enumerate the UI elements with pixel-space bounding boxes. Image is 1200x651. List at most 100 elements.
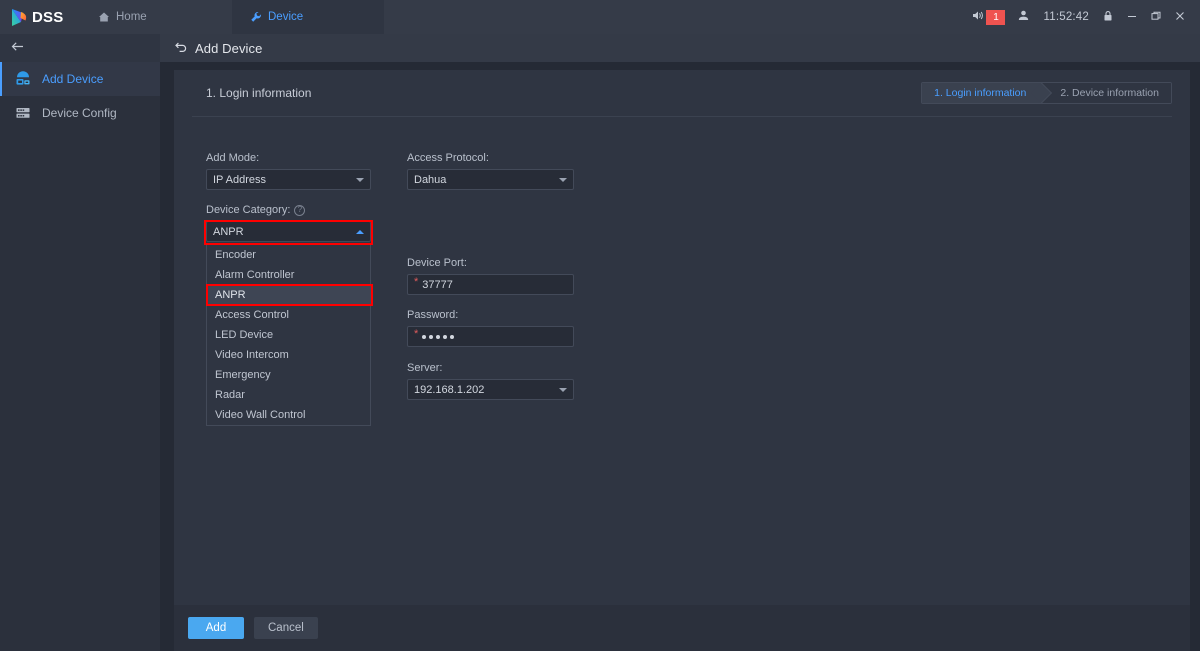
- speaker-icon: [971, 9, 984, 25]
- user-account-button[interactable]: [1011, 0, 1036, 34]
- page-title-bar: Add Device: [160, 34, 1200, 62]
- chevron-down-icon: [356, 178, 364, 182]
- chevron-down-icon: [559, 388, 567, 392]
- add-button-label: Add: [206, 622, 226, 634]
- server-field: Server: 192.168.1.202: [407, 362, 574, 400]
- add-device-icon: [14, 70, 32, 88]
- cancel-button-label: Cancel: [268, 622, 304, 634]
- sidebar-item-add-device-label: Add Device: [42, 72, 103, 86]
- close-button[interactable]: [1168, 0, 1192, 34]
- dropdown-option-access-control[interactable]: Access Control: [207, 305, 370, 325]
- maximize-icon: [1150, 10, 1162, 25]
- tab-home-label: Home: [116, 11, 147, 23]
- page-title: Add Device: [195, 41, 262, 56]
- device-category-dropdown: Encoder Alarm Controller ANPR Access Con…: [206, 245, 371, 426]
- user-icon: [1017, 9, 1030, 25]
- tab-device[interactable]: Device: [232, 0, 384, 34]
- device-port-value: 37777: [422, 279, 453, 291]
- server-select[interactable]: 192.168.1.202: [407, 379, 574, 400]
- chevron-up-icon: [356, 230, 364, 234]
- sidebar-item-add-device[interactable]: Add Device: [0, 62, 160, 96]
- top-bar: DSS Home Device: [0, 0, 1200, 34]
- app-logo-text: DSS: [32, 9, 63, 26]
- access-protocol-field: Access Protocol: Dahua: [407, 152, 574, 190]
- device-port-label: Device Port:: [407, 257, 574, 269]
- device-category-field: Device Category: ? ANPR Encoder Alarm Co…: [206, 204, 371, 242]
- tab-home[interactable]: Home: [80, 0, 232, 34]
- dss-play-logo-icon: [10, 8, 29, 27]
- dropdown-option-emergency[interactable]: Emergency: [207, 365, 370, 385]
- dropdown-option-label: Alarm Controller: [215, 269, 294, 281]
- top-right-controls: 1 11:52:42: [965, 0, 1200, 34]
- access-protocol-value: Dahua: [414, 174, 446, 186]
- panel-divider: [192, 116, 1172, 117]
- login-information-panel: 1. Login information 1. Login informatio…: [174, 70, 1190, 605]
- dropdown-option-video-intercom[interactable]: Video Intercom: [207, 345, 370, 365]
- alarm-count-badge: 1: [986, 10, 1005, 25]
- dropdown-option-label: LED Device: [215, 329, 273, 341]
- chevron-down-icon: [559, 178, 567, 182]
- minimize-button[interactable]: [1120, 0, 1144, 34]
- required-marker: *: [414, 329, 418, 340]
- required-marker: *: [414, 277, 418, 288]
- device-port-field: Device Port: * 37777: [407, 257, 574, 295]
- access-protocol-select[interactable]: Dahua: [407, 169, 574, 190]
- lock-button[interactable]: [1096, 0, 1120, 34]
- step-device-information-label: 2. Device information: [1060, 87, 1159, 99]
- maximize-button[interactable]: [1144, 0, 1168, 34]
- password-input[interactable]: *: [407, 326, 574, 347]
- step-device-information[interactable]: 2. Device information: [1042, 83, 1171, 103]
- device-category-label-text: Device Category:: [206, 204, 290, 216]
- add-button[interactable]: Add: [188, 617, 244, 639]
- minimize-icon: [1126, 10, 1138, 25]
- device-category-select[interactable]: ANPR: [206, 221, 371, 242]
- dropdown-option-alarm-controller[interactable]: Alarm Controller: [207, 265, 370, 285]
- back-arrow-icon: [10, 39, 25, 57]
- form-footer: Add Cancel: [174, 605, 1190, 651]
- dropdown-option-video-wall-control[interactable]: Video Wall Control: [207, 405, 370, 425]
- dropdown-option-label: ANPR: [215, 289, 246, 301]
- sub-header: Add Device: [0, 34, 1200, 62]
- alarm-speaker-control[interactable]: 1: [965, 0, 1011, 34]
- dropdown-option-led-device[interactable]: LED Device: [207, 325, 370, 345]
- step-login-information[interactable]: 1. Login information: [922, 83, 1042, 103]
- cancel-button[interactable]: Cancel: [254, 617, 318, 639]
- password-label: Password:: [407, 309, 574, 321]
- back-button[interactable]: [0, 34, 160, 62]
- add-mode-value: IP Address: [213, 174, 266, 186]
- dropdown-option-label: Access Control: [215, 309, 289, 321]
- device-port-input[interactable]: * 37777: [407, 274, 574, 295]
- tab-device-label: Device: [268, 11, 303, 23]
- help-icon[interactable]: ?: [294, 205, 305, 216]
- app-logo: DSS: [0, 8, 80, 27]
- return-icon[interactable]: [174, 40, 188, 56]
- top-nav-tabs: Home Device: [80, 0, 384, 34]
- sidebar-item-device-config-label: Device Config: [42, 106, 117, 120]
- dropdown-option-label: Radar: [215, 389, 245, 401]
- dropdown-option-label: Video Wall Control: [215, 409, 306, 421]
- current-step-label: 1. Login information: [206, 86, 311, 100]
- wrench-icon: [250, 11, 262, 23]
- device-category-value: ANPR: [213, 226, 244, 238]
- system-clock: 11:52:42: [1036, 0, 1096, 34]
- main-content: 1. Login information 1. Login informatio…: [160, 62, 1200, 651]
- password-masked-value: [422, 335, 454, 339]
- dropdown-option-radar[interactable]: Radar: [207, 385, 370, 405]
- dropdown-option-encoder[interactable]: Encoder: [207, 245, 370, 265]
- dropdown-option-label: Encoder: [215, 249, 256, 261]
- close-icon: [1174, 10, 1186, 25]
- device-category-label: Device Category: ?: [206, 204, 371, 216]
- login-form: Add Mode: IP Address Access Protocol: Da…: [174, 122, 1190, 605]
- dropdown-option-label: Emergency: [215, 369, 271, 381]
- step-login-information-label: 1. Login information: [934, 87, 1026, 99]
- add-mode-label: Add Mode:: [206, 152, 371, 164]
- password-field: Password: *: [407, 309, 574, 347]
- step-indicator: 1. Login information 2. Device informati…: [921, 82, 1172, 104]
- server-label: Server:: [407, 362, 574, 374]
- panel-header: 1. Login information 1. Login informatio…: [174, 70, 1190, 116]
- device-config-icon: [14, 104, 32, 122]
- sidebar-item-device-config[interactable]: Device Config: [0, 96, 160, 130]
- dropdown-option-anpr[interactable]: ANPR: [207, 285, 370, 305]
- add-mode-select[interactable]: IP Address: [206, 169, 371, 190]
- access-protocol-label: Access Protocol:: [407, 152, 574, 164]
